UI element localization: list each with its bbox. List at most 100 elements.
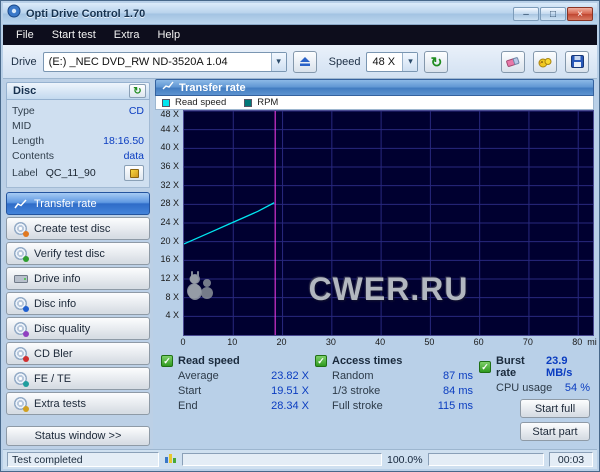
menu-file[interactable]: File xyxy=(7,27,43,43)
chevron-down-icon[interactable]: ▾ xyxy=(270,52,286,71)
disc-section-header: Disc ↻ xyxy=(6,82,150,100)
disc-quality-icon xyxy=(13,321,29,337)
erase-disc-button[interactable] xyxy=(501,50,525,73)
test-nav: Transfer rate Create test disc Verify te… xyxy=(6,192,150,415)
eject-icon xyxy=(299,57,310,66)
nav-drive-info[interactable]: Drive info xyxy=(6,267,150,290)
rpm-swatch xyxy=(244,98,253,107)
drive-select[interactable]: (E:) _NEC DVD_RW ND-3520A 1.04 ▾ xyxy=(42,51,287,72)
access-times-results: ✓ Access times Random 87 ms 1/3 stroke 84 … xyxy=(315,355,473,447)
y-tick-label: 40 X xyxy=(160,142,179,153)
result-row: 1/3 stroke 84 ms xyxy=(332,385,473,397)
chart-area: 4 X 8 X 12 X 16 X 20 X 24 X 28 X 32 X 36 X 40 X 44… xyxy=(155,109,594,336)
checkbox-access-times[interactable]: ✓ xyxy=(315,355,327,367)
transfer-chart-icon xyxy=(13,196,28,211)
progress-bar xyxy=(182,453,382,466)
y-axis-labels: 4 X 8 X 12 X 16 X 20 X 24 X 28 X 32 X 36 X 40 X 44… xyxy=(155,109,183,336)
refresh-speeds-button[interactable]: ↻ xyxy=(424,50,449,73)
disc-field-length: Length 18:16.50 xyxy=(12,134,144,147)
edit-label-button[interactable] xyxy=(124,165,144,181)
disc-info-panel: Type CD MID Length 18:16.50 Contents dat… xyxy=(6,100,150,188)
x-tick-label: 70 xyxy=(522,337,533,347)
app-icon xyxy=(7,4,21,23)
statusbar: Test completed 100.0% 00:03 xyxy=(3,449,597,469)
ducks-button[interactable] xyxy=(533,50,557,73)
nav-disc-quality[interactable]: Disc quality xyxy=(6,317,150,340)
plot-area: CWER.RU xyxy=(183,110,594,336)
y-tick-label: 16 X xyxy=(160,254,179,265)
menu-extra[interactable]: Extra xyxy=(105,27,149,43)
legend-read-speed: Read speed xyxy=(175,97,227,108)
disc-field-contents: Contents data xyxy=(12,149,144,162)
disc-check-icon xyxy=(13,246,29,262)
y-tick-label: 8 X xyxy=(165,291,179,302)
read-speed-results: ✓ Read speed Average 23.82 X Start 19.51 X… xyxy=(161,355,309,447)
y-tick-label: 32 X xyxy=(160,179,179,190)
result-row: Average 23.82 X xyxy=(178,370,309,382)
y-tick-label: 48 X xyxy=(160,109,179,119)
maximize-button[interactable]: □ xyxy=(540,6,566,21)
status-window-button[interactable]: Status window >> xyxy=(6,426,150,446)
chevron-down-icon[interactable]: ▾ xyxy=(402,52,418,71)
disc-extra-icon xyxy=(13,396,29,412)
legend-rpm: RPM xyxy=(257,97,279,108)
disc-bler-icon xyxy=(13,346,29,362)
minimize-button[interactable]: – xyxy=(513,6,539,21)
panel-header: Transfer rate xyxy=(155,79,594,96)
y-tick-label: 20 X xyxy=(160,235,179,246)
chart-legend: Read speed RPM xyxy=(155,96,594,110)
x-tick-label: 80 xyxy=(572,337,583,347)
menu-help[interactable]: Help xyxy=(148,27,189,43)
nav-verify-test-disc[interactable]: Verify test disc xyxy=(6,242,150,265)
close-button[interactable]: × xyxy=(567,6,593,21)
app-window: Opti Drive Control 1.70 – □ × File Start… xyxy=(0,0,600,472)
status-graph-icon xyxy=(164,451,177,469)
speed-select[interactable]: 48 X ▾ xyxy=(366,51,419,72)
ducks-icon xyxy=(538,57,552,67)
status-text: Test completed xyxy=(7,452,159,467)
panel-title: Transfer rate xyxy=(179,81,246,94)
result-row: Random 87 ms xyxy=(332,370,473,382)
save-icon xyxy=(570,55,584,68)
nav-fe-te[interactable]: FE / TE xyxy=(6,367,150,390)
x-axis-labels: 0 10 20 30 40 50 60 70 80 min xyxy=(155,336,597,349)
eject-button[interactable] xyxy=(292,50,317,73)
start-part-button[interactable]: Start part xyxy=(520,422,590,441)
transfer-rate-chart xyxy=(184,111,593,335)
nav-disc-info[interactable]: Disc info xyxy=(6,292,150,315)
y-tick-label: 44 X xyxy=(160,123,179,134)
drive-toolbar: Drive (E:) _NEC DVD_RW ND-3520A 1.04 ▾ S… xyxy=(3,45,597,79)
y-tick-label: 12 X xyxy=(160,273,179,283)
refresh-disc-button[interactable]: ↻ xyxy=(129,84,146,98)
x-tick-label: 30 xyxy=(325,337,336,347)
content: Disc ↻ Type CD MID Length 18:16.50 Conte… xyxy=(3,79,597,449)
start-full-button[interactable]: Start full xyxy=(520,399,590,418)
disc-field-type: Type CD xyxy=(12,104,144,117)
burst-rate-value: 23.9 MB/s xyxy=(546,355,573,379)
x-tick-label: 10 xyxy=(227,337,238,347)
checkbox-read-speed[interactable]: ✓ xyxy=(161,355,173,367)
nav-extra-tests[interactable]: Extra tests xyxy=(6,392,150,415)
save-button[interactable] xyxy=(565,50,589,73)
label-tag-icon xyxy=(129,168,139,178)
result-row: End 28.34 X xyxy=(178,400,309,412)
y-tick-label: 28 X xyxy=(160,198,179,209)
eraser-icon xyxy=(506,56,520,67)
result-row: Full stroke 115 ms xyxy=(332,400,473,412)
y-tick-label: 24 X xyxy=(160,217,179,227)
menu-start-test[interactable]: Start test xyxy=(43,27,105,43)
x-tick-label: 40 xyxy=(375,337,386,347)
nav-transfer-rate[interactable]: Transfer rate xyxy=(6,192,150,215)
x-tick-label: 0 xyxy=(180,337,186,347)
result-row: CPU usage 54 % xyxy=(496,382,590,394)
progress-percent: 100.0% xyxy=(387,453,423,466)
x-tick-label: 50 xyxy=(424,337,435,347)
titlebar: Opti Drive Control 1.70 – □ × xyxy=(3,3,597,25)
disc-icon xyxy=(13,221,29,237)
nav-cd-bler[interactable]: CD Bler xyxy=(6,342,150,365)
checkbox-burst-rate[interactable]: ✓ xyxy=(479,361,491,373)
drive-label: Drive xyxy=(11,55,37,68)
result-row: Start 19.51 X xyxy=(178,385,309,397)
nav-create-test-disc[interactable]: Create test disc xyxy=(6,217,150,240)
y-tick-label: 36 X xyxy=(160,161,179,171)
